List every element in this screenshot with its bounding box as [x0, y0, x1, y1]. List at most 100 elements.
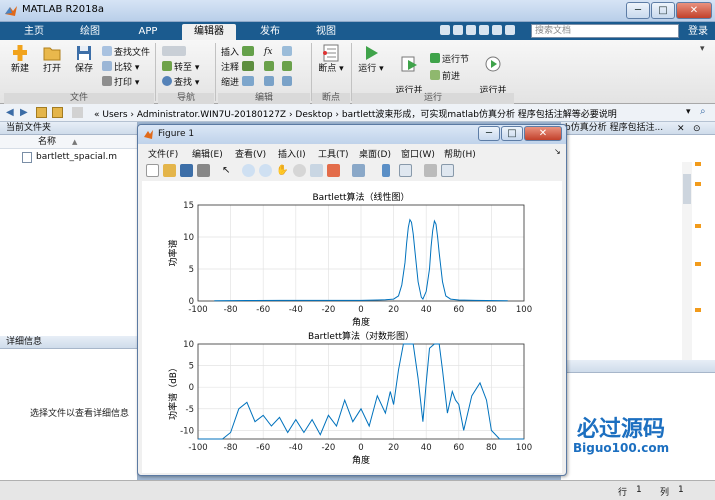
editor-tab-title[interactable]: b仿真分析 程序包括注... — [561, 122, 715, 135]
tab-editor[interactable]: 编辑器 — [182, 24, 236, 40]
back-arrow-icon[interactable]: ◀ — [6, 107, 14, 118]
colorbar-icon[interactable] — [382, 164, 390, 177]
insert-button[interactable]: 插入 — [221, 46, 256, 58]
nav-arrows-button[interactable] — [162, 46, 188, 58]
current-folder-path[interactable]: « Users › Administrator.WIN7U-20180127Z … — [94, 107, 617, 120]
menu-view[interactable]: 查看(V) — [235, 147, 266, 160]
undo-quick-icon[interactable] — [479, 25, 489, 35]
chart-title: Bartlett算法（线性图） — [312, 191, 409, 203]
goto-button[interactable]: 转至 ▾ — [162, 61, 199, 73]
find-files-label: 查找文件 — [114, 48, 151, 58]
code-analyzer-marker[interactable] — [695, 262, 701, 266]
x-tick-label: -100 — [188, 443, 207, 453]
save-figure-icon[interactable] — [180, 164, 193, 177]
zoom-in-icon[interactable] — [242, 164, 255, 177]
advance-button[interactable]: 前进 — [430, 70, 460, 82]
maximize-button[interactable]: □ — [651, 2, 675, 19]
scrollbar-thumb[interactable] — [683, 174, 691, 204]
y-axis-label: 功率谱（dB） — [167, 363, 179, 420]
run-section-icon — [430, 53, 440, 63]
up-folder-icon[interactable] — [36, 107, 47, 118]
ribbon-collapse-icon[interactable]: ▾ — [700, 44, 705, 54]
legend-icon[interactable] — [399, 164, 412, 177]
code-analyzer-marker[interactable] — [695, 308, 701, 312]
code-analyzer-marker[interactable] — [695, 224, 701, 228]
editor-scrollbar[interactable] — [682, 162, 692, 362]
y-tick-label: 0 — [189, 383, 194, 393]
rotate-3d-icon[interactable] — [293, 164, 306, 177]
menu-tools[interactable]: 工具(T) — [318, 147, 349, 160]
folder-nav-icon[interactable] — [72, 107, 83, 118]
figure-maximize-button[interactable]: □ — [501, 126, 523, 141]
copy-quick-icon[interactable] — [466, 25, 476, 35]
run-section-button[interactable]: 运行节 — [430, 53, 469, 65]
menu-help[interactable]: 帮助(H) — [444, 147, 476, 160]
link-plot-icon[interactable] — [352, 164, 365, 177]
editor-menu-icon[interactable]: ⊙ — [693, 124, 701, 134]
tab-plots[interactable]: 绘图 — [70, 24, 110, 40]
breakpoints-button[interactable]: 断点 ▾ — [316, 44, 346, 75]
figure-title-bar[interactable]: Figure 1 ─ □ ✕ — [138, 125, 566, 144]
outdent-button[interactable] — [282, 76, 294, 88]
figure-minimize-button[interactable]: ─ — [478, 126, 500, 141]
run-button[interactable]: 运行 ▾ — [356, 44, 386, 75]
tab-home[interactable]: 主页 — [14, 24, 54, 40]
close-button[interactable]: ✕ — [676, 2, 712, 19]
login-button[interactable]: 登录 — [683, 24, 713, 39]
figure-close-button[interactable]: ✕ — [524, 126, 562, 141]
indent-button[interactable]: 缩进 — [221, 76, 256, 88]
redo-quick-icon[interactable] — [492, 25, 502, 35]
save-button[interactable]: 保存 — [70, 44, 98, 75]
insert-function-button[interactable]: fx — [264, 46, 272, 58]
menu-file[interactable]: 文件(F) — [148, 147, 178, 160]
file-list-item[interactable]: bartlett_spacial.m — [0, 149, 137, 165]
code-analyzer-marker[interactable] — [695, 162, 701, 166]
open-file-icon[interactable] — [163, 164, 176, 177]
browse-folder-icon[interactable] — [52, 107, 63, 118]
smart-indent-button[interactable] — [264, 76, 276, 88]
figure-toolbar: ↖ ✋ — [142, 162, 562, 180]
name-column-header[interactable]: 名称 ▲ — [0, 135, 137, 149]
fx-dropdown-button[interactable] — [282, 46, 294, 58]
tab-apps[interactable]: APP — [128, 24, 168, 40]
path-dropdown-icon[interactable]: ▾ — [686, 107, 691, 117]
menu-desktop[interactable]: 桌面(D) — [359, 147, 391, 160]
data-cursor-icon[interactable] — [310, 164, 323, 177]
editor-panel: b仿真分析 程序包括注... ✕ ⊙ 必过源码 Biguo100.com — [507, 122, 715, 480]
search-documentation-input[interactable]: 搜索文档 — [531, 24, 679, 38]
menu-insert[interactable]: 插入(I) — [278, 147, 306, 160]
menu-edit[interactable]: 编辑(E) — [192, 147, 223, 160]
tab-view[interactable]: 视图 — [306, 24, 346, 40]
pan-hand-icon[interactable]: ✋ — [276, 164, 289, 177]
print-button[interactable]: 打印 ▾ — [102, 76, 139, 88]
run-time-icon — [485, 56, 501, 72]
menu-window[interactable]: 窗口(W) — [401, 147, 435, 160]
open-button[interactable]: 打开 — [38, 44, 66, 75]
save-quick-icon[interactable] — [440, 25, 450, 35]
find-files-button[interactable]: 查找文件 — [102, 46, 150, 58]
print-figure-icon[interactable] — [197, 164, 210, 177]
show-plot-tools-icon[interactable] — [441, 164, 454, 177]
menu-dock-icon[interactable]: ↘ — [554, 147, 561, 156]
comment-button[interactable]: 注释 — [221, 61, 256, 73]
tab-publish[interactable]: 发布 — [250, 24, 290, 40]
brush-icon[interactable] — [327, 164, 340, 177]
minimize-button[interactable]: ─ — [626, 2, 650, 19]
uncomment-button[interactable] — [282, 61, 294, 73]
editor-close-icon[interactable]: ✕ — [677, 124, 685, 134]
zoom-out-icon[interactable] — [259, 164, 272, 177]
forward-arrow-icon[interactable]: ▶ — [20, 107, 28, 118]
search-folder-icon[interactable]: ⌕ — [700, 106, 706, 117]
new-button[interactable]: 新建 — [6, 44, 34, 75]
hide-plot-tools-icon[interactable] — [424, 164, 437, 177]
edit-group-label: 编辑 — [218, 93, 310, 104]
compare-button[interactable]: 比较 ▾ — [102, 61, 139, 73]
x-tick-label: -40 — [289, 443, 303, 453]
cut-quick-icon[interactable] — [453, 25, 463, 35]
find-button[interactable]: 查找 ▾ — [162, 76, 199, 88]
new-figure-icon[interactable] — [146, 164, 159, 177]
edit-plot-pointer-icon[interactable]: ↖ — [222, 164, 235, 177]
code-analyzer-marker[interactable] — [695, 182, 701, 186]
percent-comment-button[interactable] — [264, 61, 276, 73]
help-quick-icon[interactable] — [505, 25, 515, 35]
